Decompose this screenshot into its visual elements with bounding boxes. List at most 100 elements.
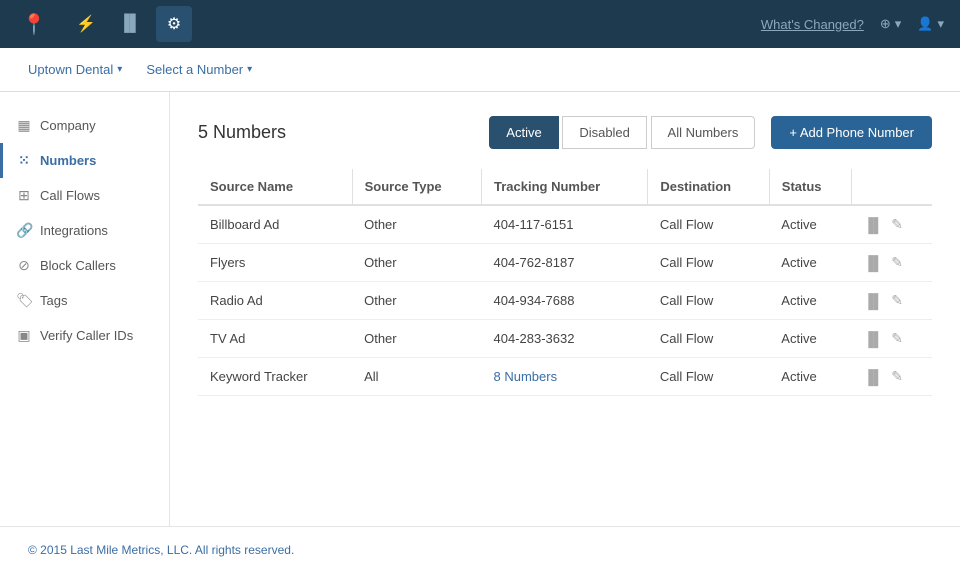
top-navigation: 📍 ⚡ ▐▌ ⚙ What's Changed? ⊕ ▾ 👤 ▾ [0,0,960,48]
sidebar-item-numbers[interactable]: ⁙ Numbers [0,143,169,178]
numbers-icon: ⁙ [16,152,32,169]
support-button[interactable]: ⊕ ▾ [880,16,901,32]
analytics-icon[interactable]: ▐▌ [863,369,883,385]
chevron-user-icon: ▾ [937,16,944,32]
actions-cell: ▐▌ ✎ [851,358,932,396]
actions-cell: ▐▌ ✎ [851,244,932,282]
analytics-icon[interactable]: ▐▌ [863,255,883,271]
footer: © 2015 Last Mile Metrics, LLC. All right… [0,526,960,573]
source-name-cell: Flyers [198,244,352,282]
block-callers-icon: ⊘ [16,257,32,274]
tracking-number-cell: 8 Numbers [481,358,647,396]
tracking-number-link[interactable]: 8 Numbers [493,369,557,384]
org-selector[interactable]: Uptown Dental ▾ [20,58,130,81]
destination-cell: Call Flow [648,320,769,358]
page-title: 5 Numbers [198,122,286,143]
footer-text: © 2015 Last Mile Metrics, LLC. All right… [28,543,294,557]
sidebar-item-verify-caller-ids[interactable]: ▣ Verify Caller IDs [0,318,169,353]
bar-chart-icon[interactable]: ▐▌ [112,6,148,42]
edit-icon[interactable]: ✎ [891,330,903,347]
number-chevron-icon: ▾ [247,64,252,75]
source-type-cell: Other [352,320,481,358]
tracking-number-cell: 404-117-6151 [481,205,647,244]
status-cell: Active [769,358,851,396]
settings-icon[interactable]: ⚙ [156,6,192,42]
main-content: 5 Numbers Active Disabled All Numbers + … [170,92,960,526]
table-row: Flyers Other 404-762-8187 Call Flow Acti… [198,244,932,282]
col-source-type: Source Type [352,169,481,205]
filter-active-button[interactable]: Active [489,116,558,149]
status-cell: Active [769,282,851,320]
destination-cell: Call Flow [648,244,769,282]
table-header-row: Source Name Source Type Tracking Number … [198,169,932,205]
status-cell: Active [769,205,851,244]
table-row: Keyword Tracker All 8 Numbers Call Flow … [198,358,932,396]
org-name: Uptown Dental [28,62,113,77]
edit-icon[interactable]: ✎ [891,292,903,309]
source-name-cell: TV Ad [198,320,352,358]
analytics-icon[interactable]: ▐▌ [863,293,883,309]
company-icon: ▦ [16,117,32,134]
edit-icon[interactable]: ✎ [891,216,903,233]
edit-icon[interactable]: ✎ [891,368,903,385]
tracking-number-value: 404-934-7688 [493,293,574,308]
tracking-number-value: 404-117-6151 [493,217,573,232]
destination-cell: Call Flow [648,205,769,244]
numbers-table: Source Name Source Type Tracking Number … [198,169,932,396]
analytics-icon[interactable]: ▐▌ [863,217,883,233]
sidebar-item-company-label: Company [40,118,96,133]
call-flows-icon: ⊞ [16,187,32,204]
source-name-cell: Radio Ad [198,282,352,320]
whats-changed-link[interactable]: What's Changed? [761,17,864,32]
sidebar-item-numbers-label: Numbers [40,153,96,168]
filter-all-button[interactable]: All Numbers [651,116,756,149]
col-destination: Destination [648,169,769,205]
tracking-number-value: 404-762-8187 [493,255,574,270]
sidebar-item-verify-label: Verify Caller IDs [40,328,133,343]
analytics-icon[interactable]: ▐▌ [863,331,883,347]
source-type-cell: All [352,358,481,396]
org-chevron-icon: ▾ [117,64,122,75]
tracking-number-cell: 404-762-8187 [481,244,647,282]
user-icon: 👤 [917,16,933,32]
table-row: Radio Ad Other 404-934-7688 Call Flow Ac… [198,282,932,320]
add-phone-number-button[interactable]: + Add Phone Number [771,116,932,149]
support-icon: ⊕ [880,16,891,32]
col-actions [851,169,932,205]
source-name-cell: Keyword Tracker [198,358,352,396]
status-cell: Active [769,320,851,358]
logo-icon[interactable]: 📍 [16,6,52,42]
status-cell: Active [769,244,851,282]
sidebar-item-company[interactable]: ▦ Company [0,108,169,143]
sub-navigation: Uptown Dental ▾ Select a Number ▾ [0,48,960,92]
tracking-number-cell: 404-934-7688 [481,282,647,320]
number-select-label: Select a Number [146,62,243,77]
integrations-icon: 🔗 [16,222,32,239]
chevron-support-icon: ▾ [895,16,902,32]
lightning-icon[interactable]: ⚡ [68,6,104,42]
sidebar-item-tags-label: Tags [40,293,67,308]
actions-cell: ▐▌ ✎ [851,205,932,244]
actions-cell: ▐▌ ✎ [851,282,932,320]
col-source-name: Source Name [198,169,352,205]
sidebar-item-integrations[interactable]: 🔗 Integrations [0,213,169,248]
sidebar-item-integrations-label: Integrations [40,223,108,238]
destination-cell: Call Flow [648,358,769,396]
main-layout: ▦ Company ⁙ Numbers ⊞ Call Flows 🔗 Integ… [0,92,960,526]
user-button[interactable]: 👤 ▾ [917,16,944,32]
filter-disabled-button[interactable]: Disabled [562,116,647,149]
col-status: Status [769,169,851,205]
tracking-number-cell: 404-283-3632 [481,320,647,358]
sidebar-item-tags[interactable]: 🏷 Tags [0,283,169,318]
number-selector[interactable]: Select a Number ▾ [138,58,260,81]
sidebar-item-block-callers-label: Block Callers [40,258,116,273]
nav-icons-group: 📍 ⚡ ▐▌ ⚙ [16,6,192,42]
sidebar: ▦ Company ⁙ Numbers ⊞ Call Flows 🔗 Integ… [0,92,170,526]
sidebar-item-call-flows[interactable]: ⊞ Call Flows [0,178,169,213]
sidebar-item-block-callers[interactable]: ⊘ Block Callers [0,248,169,283]
header-right: Active Disabled All Numbers + Add Phone … [489,116,932,149]
col-tracking-number: Tracking Number [481,169,647,205]
edit-icon[interactable]: ✎ [891,254,903,271]
top-nav-right: What's Changed? ⊕ ▾ 👤 ▾ [761,16,944,32]
filter-group: Active Disabled All Numbers [489,116,755,149]
